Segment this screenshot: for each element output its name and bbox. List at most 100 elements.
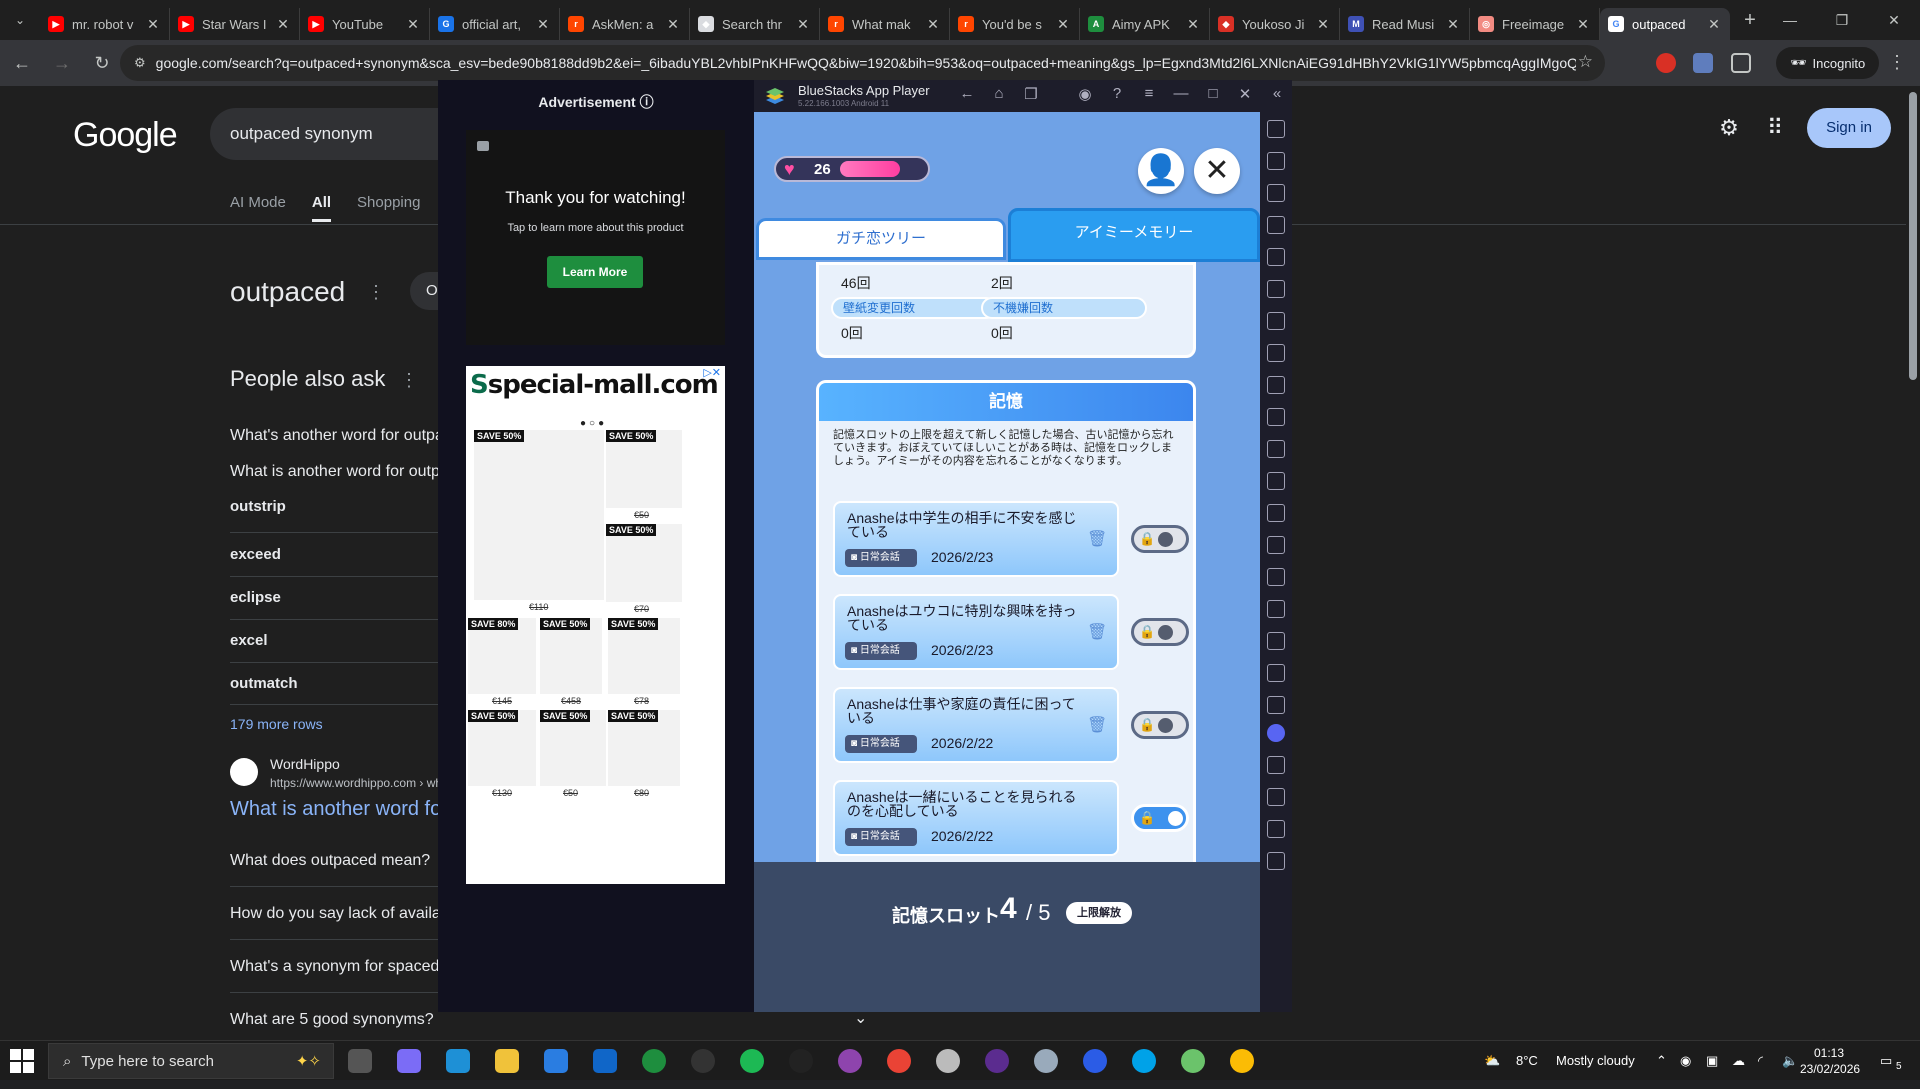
memory-lock-toggle[interactable]: 🔒 <box>1131 804 1189 832</box>
reload-icon[interactable]: ↻ <box>84 53 120 74</box>
bs-minimize-icon[interactable]: — <box>1170 85 1192 102</box>
app-icon[interactable] <box>1083 1049 1107 1073</box>
bluestacks-icon[interactable] <box>1181 1049 1205 1073</box>
address-bar[interactable]: ⚙ google.com/search?q=outpaced+synonym&s… <box>120 45 1605 81</box>
product-tile[interactable]: SAVE 50% €50 <box>540 710 606 798</box>
eco-icon[interactable] <box>1267 664 1285 682</box>
more-options-icon[interactable]: ⋮ <box>367 282 385 303</box>
product-tile[interactable]: SAVE 50% €458 <box>540 618 602 706</box>
bs-recent-icon[interactable]: ❐ <box>1020 85 1042 103</box>
tab-close-icon[interactable]: ✕ <box>405 16 421 33</box>
more-rows-link[interactable]: 179 more rows <box>230 716 323 732</box>
settings-gear-icon[interactable]: ⚙ <box>1715 114 1743 142</box>
tray-camera-icon[interactable]: ▣ <box>1706 1041 1718 1081</box>
tab-close-icon[interactable]: ✕ <box>145 16 161 33</box>
spotify-icon[interactable] <box>740 1049 764 1073</box>
browser-tab[interactable]: Gofficial art, ✕ <box>430 8 560 40</box>
puzzle-icon[interactable] <box>1731 53 1751 73</box>
tab-close-icon[interactable]: ✕ <box>665 16 681 33</box>
browser-tab[interactable]: ◎ Freeimage ✕ <box>1470 8 1600 40</box>
multi-icon[interactable] <box>1267 536 1285 554</box>
site-info-icon[interactable]: ⚙ <box>134 55 146 71</box>
bookmark-star-icon[interactable]: ☆ <box>1578 52 1593 72</box>
recent-apps-icon[interactable] <box>1267 852 1285 870</box>
bs-account-icon[interactable]: ◉ <box>1074 85 1096 103</box>
weather-icon[interactable]: ⛅ <box>1484 1041 1500 1081</box>
tab-close-icon[interactable]: ✕ <box>1055 16 1071 33</box>
app-icon[interactable] <box>1132 1049 1156 1073</box>
browser-tab[interactable]: ▶ YouTube ✕ <box>300 8 430 40</box>
product-tile[interactable]: SAVE 50% €78 <box>608 618 680 706</box>
file-icon[interactable] <box>1034 1049 1058 1073</box>
result-title-link[interactable]: What is another word for outpaced? <box>230 798 438 821</box>
ad-choices-icon[interactable]: ▷✕ <box>703 366 721 379</box>
weather-desc[interactable]: Mostly cloudy <box>1556 1041 1635 1081</box>
app-icon[interactable] <box>789 1049 813 1073</box>
browser-tab[interactable]: r AskMen: a ✕ <box>560 8 690 40</box>
forward-icon[interactable]: → <box>44 53 80 74</box>
memory-card[interactable]: Anasheは仕事や家庭の責任に困っている ◙ 日常会話 2026/2/22 🗑 <box>833 687 1119 763</box>
tab-aimy-memory[interactable]: アイミーメモリー <box>1008 208 1260 262</box>
tray-cloud-icon[interactable]: ☁ <box>1732 1041 1745 1081</box>
sidebar-toggle-icon[interactable] <box>1267 696 1285 714</box>
browser-tab[interactable]: ▶ Star Wars I ✕ <box>170 8 300 40</box>
paa-question[interactable]: What's another word for outpaced? <box>230 427 438 445</box>
copilot-icon[interactable] <box>397 1049 421 1073</box>
paa-question[interactable]: What is another word for outpace? <box>230 463 438 481</box>
app-icon[interactable] <box>838 1049 862 1073</box>
paa-question[interactable]: How do you say lack of availability? <box>230 905 438 923</box>
source-name[interactable]: WordHippo <box>270 756 340 772</box>
file-explorer-icon[interactable] <box>495 1049 519 1073</box>
apps-grid-icon[interactable]: ⠿ <box>1761 114 1789 142</box>
product-tile[interactable]: SAVE 50% €80 <box>608 710 680 798</box>
tab-close-icon[interactable]: ✕ <box>925 16 941 33</box>
memory-lock-toggle[interactable]: 🔒 <box>1131 618 1189 646</box>
layers-icon[interactable] <box>1267 632 1285 650</box>
outlook-icon[interactable] <box>593 1049 617 1073</box>
tab-all[interactable]: All <box>311 194 332 222</box>
wifi-icon[interactable]: ◜ <box>1758 1041 1763 1081</box>
incognito-badge[interactable]: 🕶 Incognito <box>1776 47 1880 79</box>
restore-icon[interactable]: ❐ <box>1816 0 1868 40</box>
app-icon[interactable] <box>985 1049 1009 1073</box>
macro-icon[interactable] <box>1267 440 1285 458</box>
paa-question[interactable]: What does outpaced mean? <box>230 852 438 870</box>
close-game-icon[interactable]: ✕ <box>1194 148 1240 194</box>
memory-lock-toggle[interactable]: 🔒 <box>1131 525 1189 553</box>
tab-close-icon[interactable]: ✕ <box>535 16 551 33</box>
discord-icon[interactable] <box>1267 724 1285 742</box>
memory-card[interactable]: Anasheはユウコに特別な興味を持っている ◙ 日常会話 2026/2/23 🗑 <box>833 594 1119 670</box>
memory-lock-toggle[interactable]: 🔒 <box>1131 711 1189 739</box>
browser-tab[interactable]: M Read Musi ✕ <box>1340 8 1470 40</box>
screenshot-icon[interactable] <box>1267 376 1285 394</box>
paa-question[interactable]: What's a synonym for spaced? <box>230 958 438 976</box>
tray-chevron-icon[interactable]: ⌃ <box>1656 1041 1667 1081</box>
tab-ai-mode[interactable]: AI Mode <box>230 194 286 222</box>
bs-home-icon[interactable]: ⌂ <box>988 85 1010 102</box>
learn-more-button[interactable]: Learn More <box>547 256 643 288</box>
tray-record-icon[interactable]: ◉ <box>1680 1041 1691 1081</box>
tab-search-button[interactable]: ⌄ <box>0 0 40 40</box>
fullscreen-icon[interactable] <box>1267 120 1285 138</box>
video-ad[interactable]: Thank you for watching! Tap to learn mor… <box>466 130 725 345</box>
extension-icon[interactable] <box>1656 53 1676 73</box>
home-icon[interactable] <box>1267 820 1285 838</box>
tab-close-icon[interactable]: ✕ <box>1445 16 1461 33</box>
eraser-icon[interactable] <box>1267 568 1285 586</box>
source-url[interactable]: https://www.wordhippo.com › what-is <box>270 776 438 790</box>
profile-icon[interactable]: 👤 <box>1138 148 1184 194</box>
tab-shopping[interactable]: Shopping <box>357 194 420 222</box>
back-icon[interactable]: ← <box>4 53 40 74</box>
page-scrollbar[interactable] <box>1906 86 1920 1040</box>
trash-icon[interactable]: 🗑 <box>1087 529 1107 549</box>
edge-icon[interactable] <box>446 1049 470 1073</box>
browser-menu-icon[interactable]: ⋮ <box>1888 52 1906 73</box>
scrollbar-thumb[interactable] <box>1909 92 1917 380</box>
slot-upgrade-button[interactable]: 上限解放 <box>1066 902 1132 924</box>
rotate-icon[interactable] <box>1267 248 1285 266</box>
taskbar-search-box[interactable]: ⌕ Type here to search ✦✧ <box>48 1043 334 1079</box>
airplane-icon[interactable] <box>1267 504 1285 522</box>
browser-tab[interactable]: Goutpaced ✕ <box>1600 8 1730 40</box>
minimize-icon[interactable]: — <box>1764 0 1816 40</box>
google-logo[interactable]: Google <box>73 116 178 155</box>
